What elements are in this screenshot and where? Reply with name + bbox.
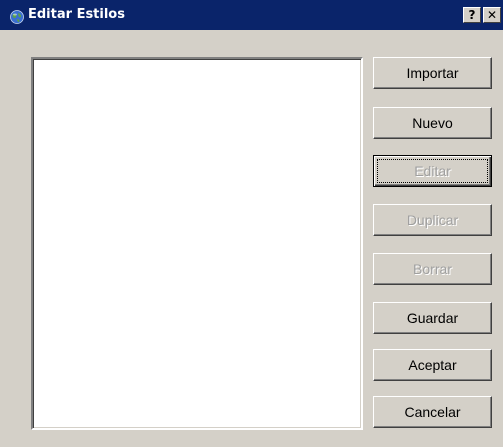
delete-button[interactable]: Borrar: [373, 253, 492, 285]
title-bar[interactable]: Editar Estilos ? ✕: [0, 0, 503, 30]
edit-button-label: Editar: [414, 163, 451, 179]
accept-button[interactable]: Aceptar: [373, 349, 492, 381]
close-button[interactable]: ✕: [483, 7, 501, 23]
edit-styles-dialog: Editar Estilos ? ✕ Importar Nuevo Editar…: [0, 0, 503, 447]
edit-button[interactable]: Editar: [373, 155, 492, 187]
styles-list[interactable]: [31, 57, 363, 430]
help-button[interactable]: ?: [463, 7, 481, 23]
import-button[interactable]: Importar: [373, 57, 492, 89]
duplicate-button[interactable]: Duplicar: [373, 204, 492, 236]
save-button[interactable]: Guardar: [373, 302, 492, 334]
cancel-button[interactable]: Cancelar: [373, 396, 492, 428]
new-button[interactable]: Nuevo: [373, 107, 492, 139]
globe-icon: [10, 9, 24, 24]
window-title: Editar Estilos: [28, 7, 125, 22]
